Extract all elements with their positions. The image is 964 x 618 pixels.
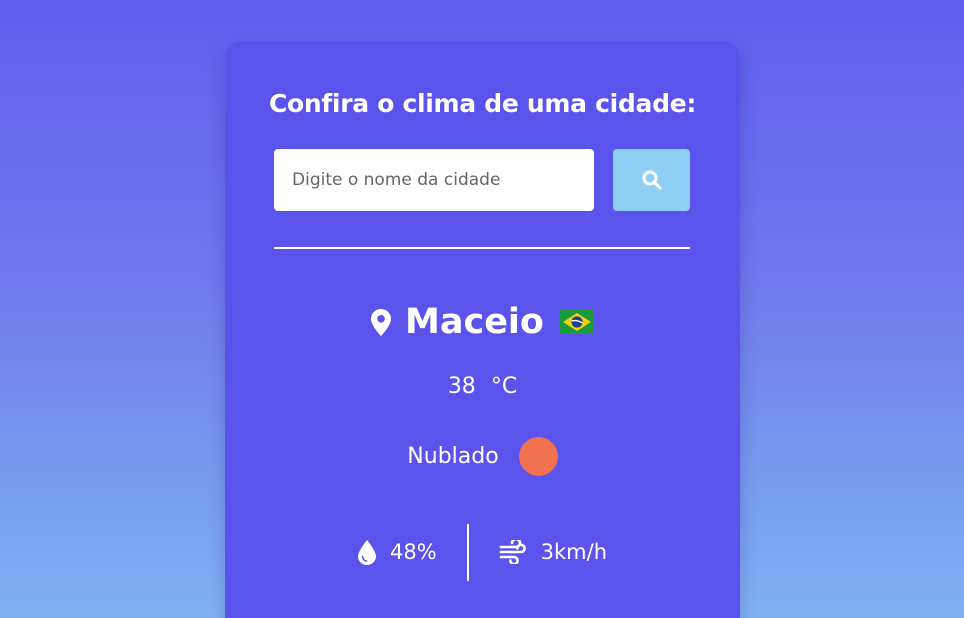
wind-value: 3km/h [540, 540, 608, 564]
city-name: Maceio [405, 302, 544, 342]
temperature-unit: °C [490, 374, 518, 399]
weather-details: 48% 3km/h [225, 523, 740, 581]
water-drop-icon [357, 539, 376, 565]
weather-icon [518, 436, 558, 476]
location-pin-icon [371, 308, 391, 336]
temperature-value: 38 [447, 374, 476, 399]
search-button[interactable] [613, 149, 690, 211]
city-search-input[interactable] [274, 149, 594, 211]
weather-card: Confira o clima de uma cidade: Maceio 38… [225, 41, 740, 618]
weather-description-row: Nublado [225, 436, 740, 476]
brazil-flag-icon [559, 310, 594, 334]
humidity-value: 48% [389, 540, 437, 564]
humidity-detail: 48% [328, 539, 467, 565]
weather-description: Nublado [407, 443, 499, 469]
form-title: Confira o clima de uma cidade: [268, 89, 697, 118]
search-form [274, 149, 690, 211]
divider [274, 247, 690, 249]
temperature: 38 °C [225, 374, 740, 399]
wind-icon [499, 540, 526, 564]
city-header: Maceio [225, 299, 740, 345]
wind-detail: 3km/h [469, 540, 637, 564]
search-icon [642, 170, 662, 190]
